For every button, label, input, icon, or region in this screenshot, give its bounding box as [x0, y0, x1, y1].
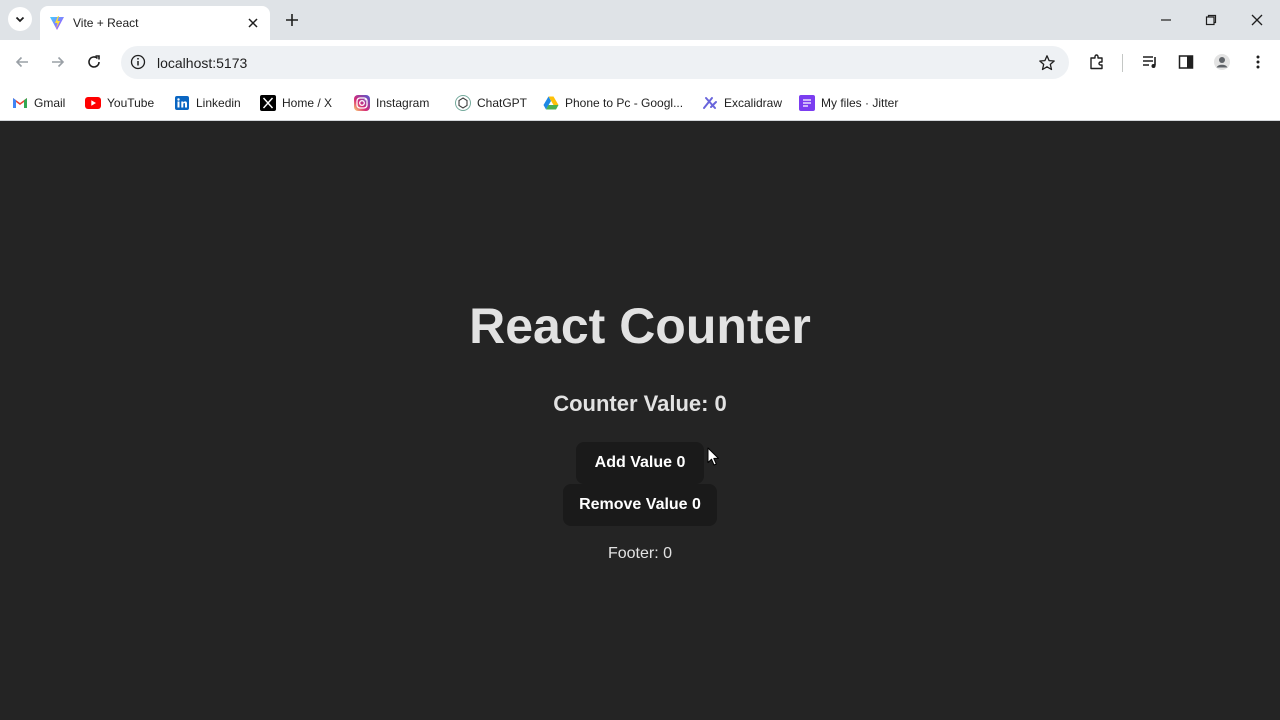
bookmark-youtube[interactable]: YouTube [85, 92, 154, 114]
info-icon[interactable] [129, 53, 147, 71]
close-tab-button[interactable] [244, 14, 262, 32]
restore-button[interactable] [1201, 10, 1221, 30]
bookmark-label: ChatGPT [477, 96, 528, 110]
bookmark-label: Phone to Pc - Googl... [565, 96, 684, 110]
bookmark-label: Excalidraw [724, 96, 783, 110]
puzzle-icon [1090, 54, 1103, 70]
tab-title: Vite + React [73, 16, 139, 30]
tab-strip: Vite + React [0, 0, 1280, 40]
media-queue-icon [1143, 56, 1156, 68]
tab-search-button[interactable] [8, 7, 32, 31]
chatgpt-icon [455, 95, 471, 111]
arrow-right-icon [52, 56, 65, 68]
reload-button[interactable] [83, 51, 105, 73]
x-icon [260, 95, 276, 111]
address-bar[interactable]: localhost:5173 [121, 46, 1069, 79]
reload-icon [88, 55, 100, 68]
gmail-icon [12, 95, 28, 111]
bookmark-chatgpt[interactable]: ChatGPT [455, 92, 527, 114]
excalidraw-icon [702, 95, 718, 111]
toolbar-separator [1122, 54, 1123, 72]
counter-value: Counter Value: 0 [553, 391, 727, 416]
bookmark-label: YouTube [107, 96, 155, 110]
media-controls-button[interactable] [1139, 51, 1161, 73]
bookmark-label: My files · Jitter [821, 96, 899, 110]
side-panel-button[interactable] [1175, 51, 1197, 73]
browser-toolbar: localhost:5173 [0, 40, 1280, 85]
vite-icon [49, 15, 65, 31]
bookmark-x[interactable]: Home / X [260, 92, 332, 114]
new-tab-button[interactable] [282, 10, 302, 30]
bookmark-gmail[interactable]: Gmail [12, 92, 65, 114]
bookmark-star-icon[interactable] [1037, 53, 1057, 73]
back-button[interactable] [11, 51, 33, 73]
bookmark-google-drive[interactable]: Phone to Pc - Googl... [543, 92, 683, 114]
close-window-button[interactable] [1247, 10, 1267, 30]
restore-icon [1205, 14, 1217, 26]
bookmarks-bar: Gmail YouTube Linkedin Home / X Instagra… [0, 85, 1280, 121]
plus-icon [286, 14, 298, 26]
bookmark-label: Instagram [376, 96, 430, 110]
menu-button[interactable] [1247, 51, 1269, 73]
youtube-icon [85, 95, 101, 111]
page-title: React Counter [469, 298, 811, 354]
chevron-down-icon [15, 16, 25, 23]
page-content: React Counter Counter Value: 0 Add Value… [0, 121, 1280, 720]
bookmark-label: Home / X [282, 96, 333, 110]
avatar-icon [1214, 54, 1230, 70]
forward-button[interactable] [47, 51, 69, 73]
extensions-button[interactable] [1086, 51, 1108, 73]
bookmark-excalidraw[interactable]: Excalidraw [702, 92, 782, 114]
minimize-icon [1161, 19, 1171, 21]
bookmark-label: Linkedin [196, 96, 241, 110]
profile-button[interactable] [1211, 51, 1233, 73]
browser-tab[interactable]: Vite + React [40, 6, 270, 40]
add-value-button[interactable]: Add Value 0 [576, 442, 704, 484]
kebab-menu-icon [1256, 55, 1260, 69]
linkedin-icon [174, 95, 190, 111]
close-icon [1251, 14, 1263, 26]
instagram-icon [354, 95, 370, 111]
minimize-button[interactable] [1156, 10, 1176, 30]
bookmark-label: Gmail [34, 96, 66, 110]
bookmark-instagram[interactable]: Instagram [354, 92, 429, 114]
close-icon [248, 18, 258, 28]
bookmark-jitter[interactable]: My files · Jitter [799, 92, 898, 114]
address-url: localhost:5173 [157, 55, 248, 71]
remove-value-button[interactable]: Remove Value 0 [563, 484, 717, 526]
bookmark-linkedin[interactable]: Linkedin [174, 92, 241, 114]
google-drive-icon [543, 95, 559, 111]
jitter-icon [799, 95, 815, 111]
mouse-cursor-icon [707, 447, 719, 466]
side-panel-icon [1178, 55, 1194, 69]
footer-text: Footer: 0 [607, 545, 673, 562]
arrow-left-icon [15, 56, 28, 68]
